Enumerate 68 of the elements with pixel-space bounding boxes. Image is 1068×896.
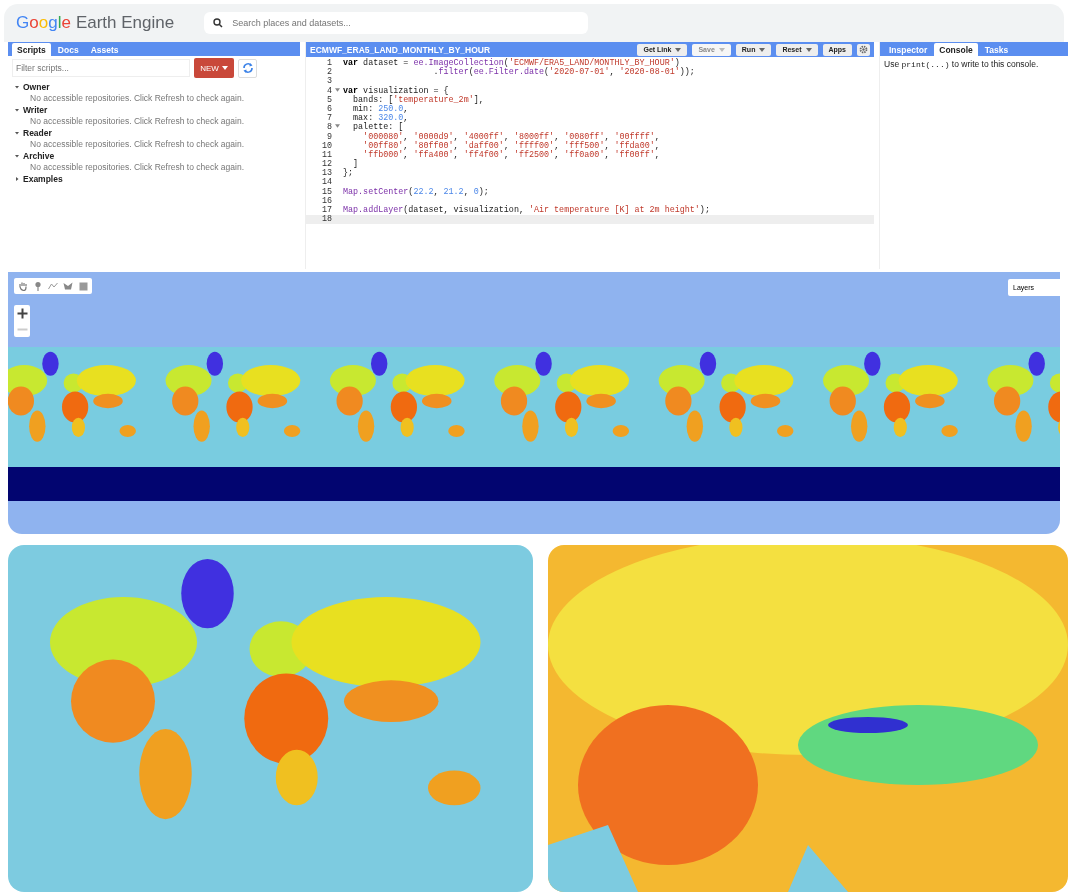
code-line: }; [342, 169, 354, 179]
code-line: .filter(ee.Filter.date('2020-07-01', '2020-08-01')); [433, 68, 695, 78]
expanded-caret-icon[interactable] [14, 129, 20, 136]
tree-item-label: Examples [23, 173, 63, 184]
line-number: 18 [320, 215, 332, 225]
line-number: 3 [325, 77, 332, 87]
minus-icon [16, 327, 28, 331]
line-number: 8 [325, 123, 332, 133]
refresh-icon [241, 62, 254, 74]
fold-caret-icon[interactable] [334, 124, 340, 129]
expanded-caret-icon[interactable] [14, 152, 20, 159]
tree-item[interactable]: Archive [14, 150, 294, 162]
line-number: 15 [320, 187, 332, 197]
line-number: 6 [325, 104, 332, 114]
fold-caret-icon[interactable] [334, 87, 340, 92]
line-number: 4 [325, 86, 332, 96]
code-line: bands: ['temperature_2m'], [352, 95, 484, 105]
caret-icon [221, 66, 228, 70]
tree-item-label: Writer [23, 104, 48, 115]
empty-repository-message: No accessible repositories. Click Refresh to check again. [29, 161, 245, 173]
app-logo: Google Earth Engine [16, 13, 175, 33]
empty-repository-message: No accessible repositories. Click Refresh to check again. [29, 138, 245, 150]
line-number: 17 [320, 206, 332, 215]
tree-item[interactable]: Writer [14, 104, 294, 116]
line-number: 9 [325, 132, 332, 142]
line-number: 10 [320, 141, 332, 151]
settings-button[interactable] [857, 43, 870, 56]
line-number: 7 [325, 114, 332, 124]
line-number: 2 [325, 68, 332, 78]
tree-item-label: Owner [23, 81, 50, 92]
filter-field[interactable]: Filter scripts... [12, 59, 190, 77]
refresh-button[interactable] [238, 58, 257, 78]
tree-item-label: Archive [23, 150, 55, 161]
console-message: Use print(...) to write to this console. [883, 58, 1040, 71]
line-number: 1 [325, 59, 332, 68]
collapsed-caret-icon[interactable] [14, 175, 20, 182]
tree-item[interactable]: Reader [14, 127, 294, 139]
empty-repository-message: No accessible repositories. Click Refresh to check again. [29, 115, 245, 127]
code-line: Map.setCenter(22.2, 21.2, 0); [342, 187, 489, 197]
plus-icon [16, 307, 28, 319]
new-button[interactable]: NEW [194, 58, 234, 78]
line-number: 16 [320, 196, 332, 206]
panel-tab[interactable]: Console [934, 43, 978, 56]
search-icon [213, 18, 224, 28]
code-line: min: 250.0, [352, 104, 409, 114]
code-line: '000080', '0000d9', '4000ff', '8000ff', '0080ff', '00ffff', [363, 132, 660, 142]
code-line: ] [352, 160, 359, 170]
code-line: Map.addLayer(dataset, visualization, 'Air temperature [K] at 2m height'); [342, 206, 710, 216]
line-number: 11 [320, 150, 332, 160]
tree-item[interactable]: Examples [14, 173, 294, 185]
code-line: var dataset = ee.ImageCollection('ECMWF/ERA5_LAND/MONTHLY_BY_HOUR') [342, 59, 680, 68]
empty-repository-message: No accessible repositories. Click Refresh to check again. [29, 92, 245, 104]
expanded-caret-icon[interactable] [14, 106, 20, 113]
tree-item[interactable]: Owner [14, 81, 294, 93]
tree-item-label: Reader [23, 127, 52, 138]
expanded-caret-icon[interactable] [14, 83, 20, 90]
code-line: var visualization = { [342, 86, 449, 96]
line-number: 14 [320, 178, 332, 188]
line-number: 5 [325, 95, 332, 105]
panel-tab[interactable]: Scripts [12, 43, 51, 56]
code-line: '00ff80', '80ff00', 'daff00', 'ffff00', 'fff500', 'ffda00', [362, 141, 660, 151]
code-line: palette: [ [352, 123, 404, 133]
line-number: 13 [320, 169, 332, 179]
code-line: 'ffb000', 'ffa400', 'ff4f00', 'ff2500', 'ff0a00', 'ff00ff', [362, 150, 660, 161]
search-field[interactable]: Search places and datasets... [204, 12, 589, 34]
script-title: ECMWF_ERA5_LAND_MONTHLY_BY_HOUR [310, 44, 492, 55]
settings-icon [859, 45, 868, 54]
line-number: 12 [320, 160, 332, 170]
